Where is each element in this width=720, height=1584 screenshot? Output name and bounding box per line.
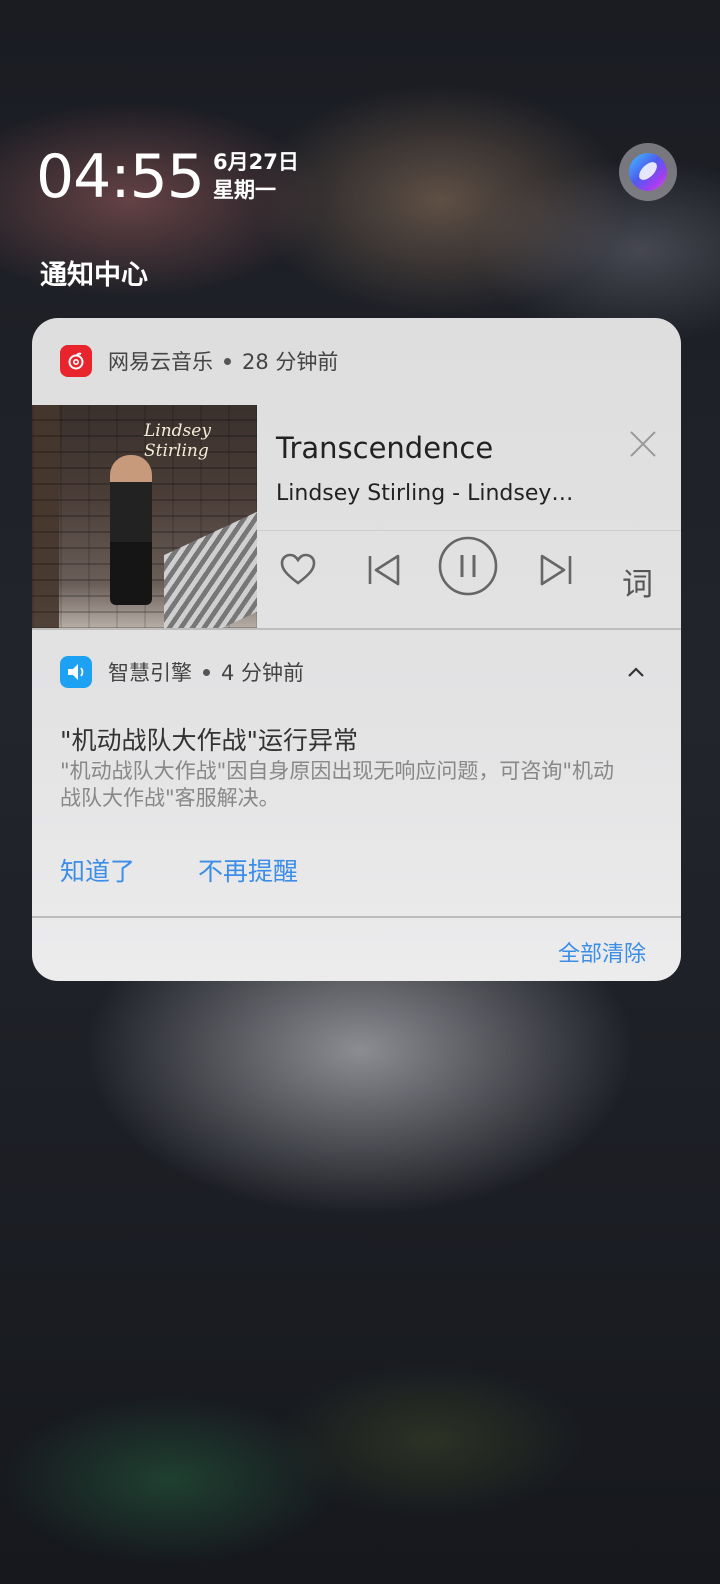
previous-icon[interactable] bbox=[365, 550, 405, 590]
assistant-orb-inner bbox=[629, 153, 667, 191]
album-caption: Lindsey Stirling bbox=[144, 421, 211, 461]
music-time-ago: 28 分钟前 bbox=[242, 350, 339, 374]
next-icon[interactable] bbox=[535, 550, 575, 590]
close-icon[interactable] bbox=[628, 429, 658, 459]
notification-center-title: 通知中心 bbox=[40, 260, 148, 291]
smart-engine-icon bbox=[60, 656, 92, 688]
notification-panel: 网易云音乐 28 分钟前 Lindsey Stirling Transcende… bbox=[32, 318, 681, 981]
footer-divider bbox=[32, 916, 681, 918]
netease-music-icon bbox=[60, 345, 92, 377]
system-app-name: 智慧引擎 bbox=[108, 661, 192, 685]
heart-icon[interactable] bbox=[278, 550, 318, 590]
acknowledge-button[interactable]: 知道了 bbox=[60, 852, 135, 888]
music-app-name: 网易云音乐 bbox=[108, 350, 213, 374]
chevron-up-icon[interactable] bbox=[627, 663, 645, 681]
clear-all-button[interactable]: 全部清除 bbox=[558, 936, 646, 968]
assistant-orb-icon[interactable] bbox=[619, 143, 677, 201]
lyrics-button[interactable]: 词 bbox=[622, 559, 653, 604]
pause-icon[interactable] bbox=[437, 535, 499, 597]
album-art: Lindsey Stirling bbox=[32, 405, 257, 629]
music-player[interactable]: Lindsey Stirling Transcendence Lindsey S… bbox=[32, 405, 681, 629]
album-art-figure bbox=[110, 455, 152, 605]
track-artist: Lindsey Stirling - Lindsey… bbox=[276, 481, 574, 506]
clock-time: 04:55 bbox=[36, 142, 205, 212]
player-divider bbox=[257, 530, 681, 531]
separator-dot bbox=[224, 357, 231, 365]
notification-body: "机动战队大作战"因自身原因出现无响应问题，可咨询"机动战队大作战"客服解决。 bbox=[60, 759, 614, 810]
weekday-text: 星期一 bbox=[213, 178, 276, 202]
notification-title: "机动战队大作战"运行异常 bbox=[60, 726, 358, 755]
track-title: Transcendence bbox=[276, 431, 494, 465]
date-text: 6月27日 bbox=[213, 150, 299, 174]
section-divider bbox=[32, 628, 681, 630]
music-app-header: 网易云音乐 28 分钟前 bbox=[60, 343, 338, 379]
do-not-remind-button[interactable]: 不再提醒 bbox=[198, 852, 298, 888]
clock-date: 6月27日 星期一 bbox=[213, 148, 299, 204]
system-app-header: 智慧引擎 4 分钟前 bbox=[60, 654, 304, 690]
system-time-ago: 4 分钟前 bbox=[221, 661, 305, 685]
separator-dot bbox=[203, 668, 210, 676]
